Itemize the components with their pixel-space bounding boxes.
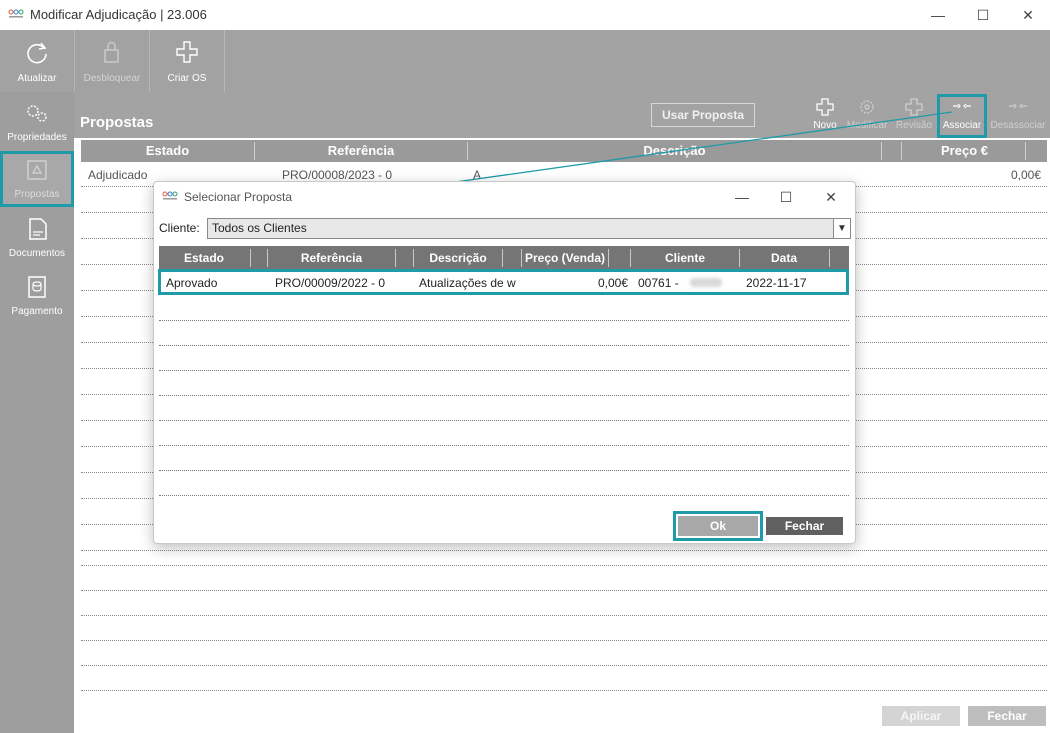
main-toolbar: Atualizar Desbloquear Criar OS	[0, 30, 1050, 92]
criar-os-label: Criar OS	[167, 73, 207, 84]
close-icon[interactable]: ✕	[1018, 5, 1038, 25]
page-title: Propostas	[80, 114, 154, 131]
chevron-down-icon[interactable]: ▼	[833, 219, 850, 238]
sidebar-item-label: Pagamento	[11, 306, 63, 317]
drow-data: 2022-11-17	[746, 276, 807, 290]
redacted-client-name	[690, 278, 722, 287]
row-referencia: PRO/00008/2023 - 0	[282, 168, 393, 182]
dcol-referencia[interactable]: Referência	[268, 251, 395, 265]
dialog-fechar-button[interactable]: Fechar	[766, 517, 843, 535]
payment-icon	[28, 276, 46, 298]
dialog-minimize-icon[interactable]: —	[732, 187, 752, 207]
desbloquear-button[interactable]: Desbloquear	[75, 30, 150, 92]
usar-proposta-button[interactable]: Usar Proposta	[651, 103, 755, 127]
fechar-button[interactable]: Fechar	[968, 706, 1046, 726]
maximize-icon[interactable]: ☐	[973, 5, 993, 25]
document-icon	[29, 218, 47, 240]
cliente-select-value: Todos os Clientes	[212, 221, 307, 235]
drow-cliente: 00761 -	[638, 276, 679, 290]
unlink-icon	[1009, 103, 1027, 109]
aplicar-button[interactable]: Aplicar	[882, 706, 960, 726]
row-estado: Adjudicado	[88, 168, 148, 182]
cliente-label: Cliente:	[159, 221, 200, 235]
plus-icon	[816, 98, 834, 116]
dialog-title: Selecionar Proposta	[184, 190, 293, 204]
cliente-select[interactable]: Todos os Clientes ▼	[207, 218, 851, 239]
revision-plus-icon	[905, 98, 923, 116]
sidebar-item-propostas[interactable]: Propostas	[0, 151, 74, 207]
associar-label: Associar	[942, 120, 982, 131]
drow-referencia: PRO/00009/2022 - 0	[275, 276, 386, 290]
app-logo-icon	[162, 191, 178, 200]
col-estado[interactable]: Estado	[81, 143, 254, 158]
sidebar-item-propriedades[interactable]: Propriedades	[0, 94, 74, 150]
propostas-table-header: Estado Referência Descrição Preço €	[81, 140, 1047, 162]
revisao-label: Revisão	[895, 120, 933, 131]
minimize-icon[interactable]: —	[928, 5, 948, 25]
dcol-estado[interactable]: Estado	[159, 251, 249, 265]
atualizar-label: Atualizar	[17, 73, 57, 84]
drow-descricao: Atualizações de w	[419, 276, 516, 290]
sidebar-item-documentos[interactable]: Documentos	[0, 210, 74, 266]
table-row[interactable]: Aprovado PRO/00009/2022 - 0 Atualizações…	[158, 269, 849, 295]
plus-icon	[176, 41, 198, 63]
drow-preco: 0,00€	[597, 276, 628, 290]
ok-button[interactable]: Ok	[673, 511, 763, 541]
criar-os-button[interactable]: Criar OS	[150, 30, 225, 92]
sidebar-item-label: Propostas	[14, 189, 60, 200]
col-descricao[interactable]: Descrição	[468, 143, 881, 158]
desassociar-button[interactable]: Desassociar	[989, 96, 1047, 136]
modificar-button[interactable]: Modificar	[845, 96, 889, 136]
dialog-table-header: Estado Referência Descrição Preço (Venda…	[159, 246, 849, 270]
sidebar-item-label: Documentos	[8, 248, 66, 259]
dcol-preco[interactable]: Preço (Venda)	[522, 251, 608, 265]
app-logo-icon	[8, 9, 24, 18]
col-referencia[interactable]: Referência	[255, 143, 467, 158]
atualizar-button[interactable]: Atualizar	[0, 30, 75, 92]
link-icon	[953, 103, 971, 109]
window-titlebar: Modificar Adjudicação | 23.006 — ☐ ✕	[0, 0, 1050, 31]
row-preco: 0,00€	[1011, 168, 1042, 182]
sidebar-item-pagamento[interactable]: Pagamento	[0, 268, 74, 324]
desbloquear-label: Desbloquear	[83, 73, 141, 84]
dcol-descricao[interactable]: Descrição	[414, 251, 502, 265]
dcol-cliente[interactable]: Cliente	[631, 251, 739, 265]
dcol-data[interactable]: Data	[740, 251, 828, 265]
col-preco[interactable]: Preço €	[902, 143, 1027, 158]
associar-button[interactable]: Associar	[937, 94, 987, 138]
proposal-icon	[27, 160, 47, 180]
sidebar-item-label: Propriedades	[7, 132, 67, 143]
refresh-icon	[27, 42, 47, 64]
novo-button[interactable]: Novo	[810, 96, 840, 136]
drow-estado: Aprovado	[166, 276, 218, 290]
novo-label: Novo	[813, 120, 837, 131]
revisao-button[interactable]: Revisão	[894, 96, 934, 136]
gear-icon	[860, 100, 874, 114]
selecionar-proposta-dialog: Selecionar Proposta — ☐ ✕ Cliente: Todos…	[153, 181, 856, 544]
gears-icon	[27, 105, 47, 122]
modificar-label: Modificar	[846, 120, 888, 131]
row-descricao: A	[473, 168, 482, 182]
dialog-close-icon[interactable]: ✕	[821, 187, 841, 207]
desassociar-label: Desassociar	[990, 120, 1046, 131]
lock-icon	[104, 41, 119, 63]
window-title: Modificar Adjudicação | 23.006	[30, 7, 207, 22]
dialog-maximize-icon[interactable]: ☐	[776, 187, 796, 207]
